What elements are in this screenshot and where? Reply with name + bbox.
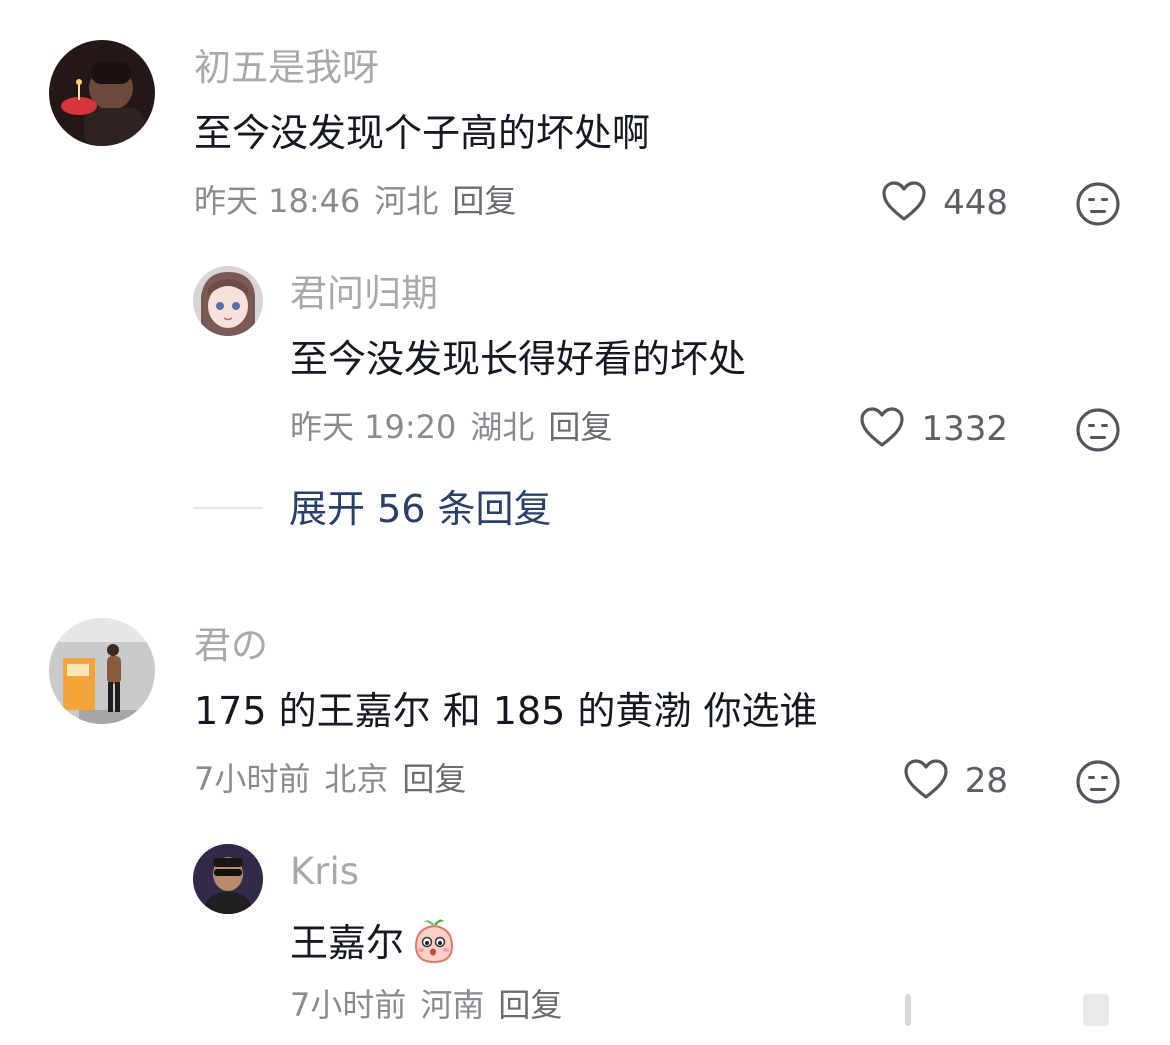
meh-face-icon bbox=[1075, 407, 1121, 457]
comment-location: 北京 bbox=[324, 760, 389, 798]
comment-time: 昨天 18:46 bbox=[194, 182, 361, 220]
reply-username[interactable]: Kris bbox=[290, 850, 359, 894]
reply-time: 7小时前 bbox=[290, 986, 407, 1024]
dislike-button[interactable] bbox=[1075, 759, 1121, 809]
reply-button[interactable]: 回复 bbox=[402, 760, 466, 798]
comment-location: 河北 bbox=[374, 182, 439, 220]
reply-location: 河南 bbox=[420, 986, 485, 1024]
reply-avatar[interactable] bbox=[193, 266, 263, 336]
reply-button[interactable]: 回复 bbox=[548, 408, 612, 446]
expand-replies-button[interactable]: 展开 56 条回复 bbox=[289, 486, 552, 532]
reply-button[interactable]: 回复 bbox=[498, 986, 562, 1024]
reply-text: 王嘉尔 bbox=[290, 914, 460, 976]
reply-text: 至今没发现长得好看的坏处 bbox=[290, 337, 747, 381]
like-button[interactable]: 28 bbox=[903, 756, 1008, 806]
reply-avatar[interactable] bbox=[193, 844, 263, 914]
reply-username[interactable]: 君问归期 bbox=[290, 272, 438, 316]
reply-button[interactable]: 回复 bbox=[452, 182, 516, 220]
comment-time: 7小时前 bbox=[194, 760, 311, 798]
scroll-marks bbox=[905, 990, 1115, 1030]
comment-username[interactable]: 初五是我呀 bbox=[194, 46, 379, 90]
comment-text: 至今没发现个子高的坏处啊 bbox=[194, 111, 651, 155]
meh-face-icon bbox=[1075, 759, 1121, 809]
heart-outline-icon bbox=[903, 758, 949, 804]
reply-time: 昨天 19:20 bbox=[290, 408, 457, 446]
comment-text: 175 的王嘉尔 和 185 的黄渤 你选谁 bbox=[194, 689, 818, 733]
comment-meta: 昨天 18:46 河北 回复 bbox=[194, 181, 530, 221]
like-button[interactable]: 448 bbox=[881, 178, 1008, 228]
like-count: 28 bbox=[964, 761, 1008, 801]
reply-meta: 昨天 19:20 湖北 回复 bbox=[290, 407, 626, 447]
meh-face-icon bbox=[1075, 181, 1121, 231]
avatar[interactable] bbox=[49, 40, 155, 146]
expand-divider bbox=[193, 507, 263, 509]
dislike-button[interactable] bbox=[1075, 407, 1121, 457]
dislike-button[interactable] bbox=[1075, 181, 1121, 231]
heart-outline-icon bbox=[881, 180, 927, 226]
heart-outline-icon bbox=[859, 406, 905, 452]
reply-location: 湖北 bbox=[470, 408, 535, 446]
peach-sticker-icon bbox=[408, 914, 460, 976]
reply-meta: 7小时前 河南 回复 bbox=[290, 985, 576, 1025]
like-count: 1332 bbox=[921, 409, 1008, 449]
comment-username[interactable]: 君の bbox=[194, 624, 268, 668]
like-count: 448 bbox=[943, 183, 1008, 223]
comment-meta: 7小时前 北京 回复 bbox=[194, 759, 480, 799]
reply-text-content: 王嘉尔 bbox=[290, 921, 405, 965]
like-button[interactable]: 1332 bbox=[859, 404, 1008, 454]
avatar[interactable] bbox=[49, 618, 155, 724]
